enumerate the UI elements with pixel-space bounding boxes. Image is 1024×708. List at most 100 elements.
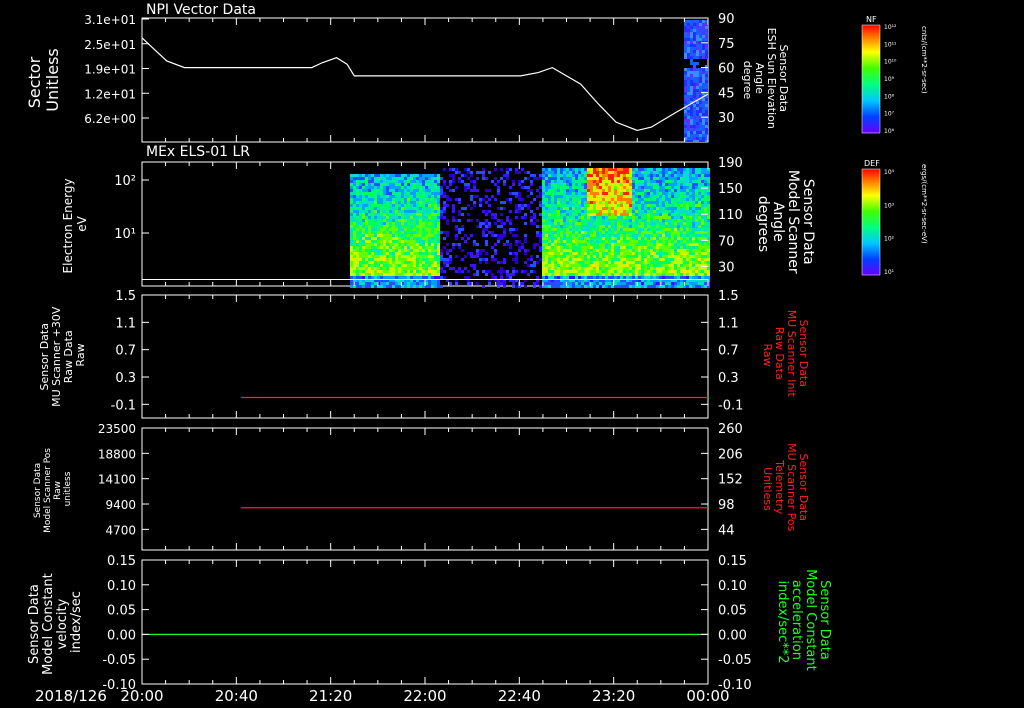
spec-cell	[407, 234, 410, 237]
spec-cell	[419, 240, 422, 243]
y-tick-label: 23500	[98, 422, 136, 436]
spec-cell	[650, 261, 653, 264]
spec-cell	[656, 249, 659, 252]
spec-cell	[590, 261, 593, 264]
spec-cell	[572, 180, 575, 183]
spec-cell	[362, 240, 365, 243]
spec-cell	[704, 207, 707, 210]
spec-cell	[395, 249, 398, 252]
spec-cell	[533, 261, 536, 264]
y-tick-label: 206	[718, 447, 743, 462]
spec-cell	[515, 204, 518, 207]
spec-cell	[542, 225, 545, 228]
spec-cell	[359, 198, 362, 201]
spec-cell	[605, 249, 608, 252]
y-ticks-right: 2602061529844	[701, 422, 743, 538]
spec-cell	[614, 186, 617, 189]
spec-cell	[383, 216, 386, 219]
spec-cell	[611, 201, 614, 204]
spec-cell	[629, 180, 632, 183]
spec-cell	[548, 261, 551, 264]
spec-cell	[428, 261, 431, 264]
spec-cell	[653, 198, 656, 201]
spec-cell	[584, 234, 587, 237]
spec-cell	[617, 264, 620, 267]
spec-cell	[431, 177, 434, 180]
spec-cell	[665, 273, 668, 276]
spec-cell	[632, 183, 635, 186]
spec-cell	[563, 180, 566, 183]
spec-cell	[425, 231, 428, 234]
spec-cell	[611, 252, 614, 255]
spec-cell	[605, 171, 608, 174]
spec-cell	[671, 231, 674, 234]
spec-cell	[696, 86, 699, 89]
spec-cell	[545, 276, 548, 279]
spec-cell	[626, 243, 629, 246]
spec-cell	[356, 195, 359, 198]
spec-cell	[608, 177, 611, 180]
spec-cell	[626, 222, 629, 225]
spec-cell	[536, 282, 539, 285]
spec-cell	[599, 183, 602, 186]
spec-cell	[641, 168, 644, 171]
spec-cell	[542, 186, 545, 189]
spec-cell	[425, 264, 428, 267]
spec-cell	[587, 198, 590, 201]
spec-cell	[702, 29, 705, 32]
spec-cell	[705, 98, 708, 101]
spec-cell	[584, 195, 587, 198]
spec-cell	[431, 261, 434, 264]
spec-cell	[668, 222, 671, 225]
spec-cell	[386, 189, 389, 192]
spec-cell	[407, 252, 410, 255]
spec-cell	[689, 237, 692, 240]
spec-cell	[416, 282, 419, 285]
spec-cell	[407, 210, 410, 213]
spec-cell	[659, 201, 662, 204]
panel-mu-scanner-raw: 1.51.10.70.3-0.1 1.51.10.70.3-0.1 Sensor…	[38, 289, 810, 419]
spec-cell	[707, 180, 710, 183]
spec-cell	[647, 198, 650, 201]
spec-cell	[611, 198, 614, 201]
spec-cell	[545, 201, 548, 204]
y-ticks-right: 0.150.100.050.00-0.05-0.10	[701, 554, 752, 693]
spec-cell	[479, 252, 482, 255]
spec-cell	[500, 282, 503, 285]
spec-cell	[632, 246, 635, 249]
spec-cell	[690, 50, 693, 53]
spec-cell	[623, 243, 626, 246]
spec-cell	[687, 83, 690, 86]
spec-cell	[389, 276, 392, 279]
spec-cell	[374, 213, 377, 216]
spec-cell	[392, 270, 395, 273]
spec-cell	[587, 225, 590, 228]
spec-cell	[578, 213, 581, 216]
spec-cell	[605, 186, 608, 189]
spec-cell	[431, 246, 434, 249]
spec-cell	[548, 264, 551, 267]
spec-cell	[587, 192, 590, 195]
spec-cell	[707, 252, 710, 255]
spec-cell	[356, 267, 359, 270]
ylabel-right-line: acceleration	[789, 580, 804, 660]
spec-cell	[455, 225, 458, 228]
spec-cell	[554, 174, 557, 177]
spec-cell	[413, 234, 416, 237]
y-tick-label: 10¹	[114, 227, 136, 242]
spec-cell	[491, 195, 494, 198]
spec-cell	[353, 216, 356, 219]
spec-cell	[696, 119, 699, 122]
spec-cell	[638, 198, 641, 201]
spec-cell	[545, 222, 548, 225]
spec-cell	[593, 243, 596, 246]
spec-cell	[605, 252, 608, 255]
spec-cell	[587, 258, 590, 261]
spec-cell	[590, 228, 593, 231]
spec-cell	[596, 267, 599, 270]
spec-cell	[437, 216, 440, 219]
spec-cell	[626, 204, 629, 207]
spec-cell	[368, 192, 371, 195]
spec-cell	[593, 168, 596, 171]
spec-cell	[428, 174, 431, 177]
